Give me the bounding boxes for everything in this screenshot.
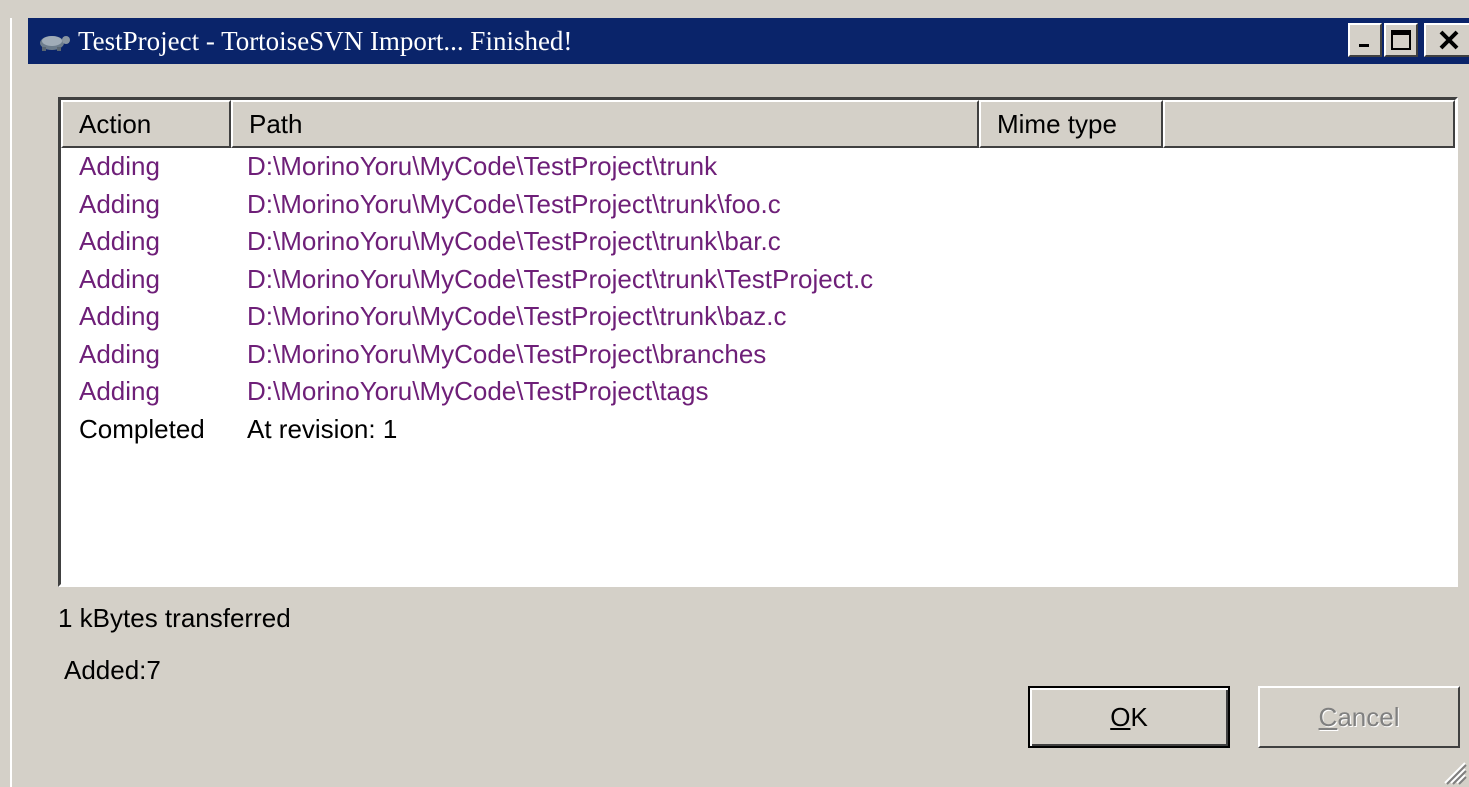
added-count-label: Added:7 <box>64 655 161 685</box>
row-path: D:\MorinoYoru\MyCode\TestProject\branche… <box>247 338 767 369</box>
ok-label-rest: K <box>1130 701 1148 732</box>
row-path: D:\MorinoYoru\MyCode\TestProject\tags <box>247 376 709 407</box>
title-bar[interactable]: TestProject - TortoiseSVN Import... Fini… <box>28 18 1469 64</box>
row-action: Adding <box>79 226 160 257</box>
row-action: Completed <box>79 413 205 444</box>
list-row[interactable]: Adding D:\MorinoYoru\MyCode\TestProject\… <box>61 261 1455 299</box>
row-path: D:\MorinoYoru\MyCode\TestProject\trunk\b… <box>247 301 787 332</box>
import-dialog: TestProject - TortoiseSVN Import... Fini… <box>0 0 1469 787</box>
window-title: TestProject - TortoiseSVN Import... Fini… <box>78 25 573 56</box>
row-path: D:\MorinoYoru\MyCode\TestProject\trunk <box>247 151 718 182</box>
list-row[interactable]: Adding D:\MorinoYoru\MyCode\TestProject\… <box>61 223 1455 261</box>
column-header-empty <box>1163 100 1455 148</box>
list-header: Action Path Mime type <box>61 100 1455 148</box>
close-icon <box>1439 30 1459 50</box>
cancel-label-rest: ancel <box>1337 701 1400 732</box>
column-header-mime-type[interactable]: Mime type <box>979 100 1163 148</box>
minimize-icon <box>1359 44 1369 47</box>
cancel-mnemonic: C <box>1318 701 1338 732</box>
row-action: Adding <box>79 151 160 182</box>
bytes-transferred-label: 1 kBytes transferred <box>58 603 291 633</box>
row-action: Adding <box>79 188 160 219</box>
row-path: At revision: 1 <box>247 413 398 444</box>
column-header-action[interactable]: Action <box>61 100 231 148</box>
list-row[interactable]: Completed At revision: 1 <box>61 411 1455 449</box>
tortoise-icon <box>32 18 78 64</box>
row-action: Adding <box>79 338 160 369</box>
list-row[interactable]: Adding D:\MorinoYoru\MyCode\TestProject\… <box>61 336 1455 374</box>
row-action: Adding <box>79 376 160 407</box>
ok-mnemonic: O <box>1110 701 1131 732</box>
list-row[interactable]: Adding D:\MorinoYoru\MyCode\TestProject\… <box>61 373 1455 411</box>
row-path: D:\MorinoYoru\MyCode\TestProject\trunk\T… <box>247 263 874 294</box>
list-rows: Adding D:\MorinoYoru\MyCode\TestProject\… <box>61 148 1455 448</box>
row-action: Adding <box>79 301 160 332</box>
row-path: D:\MorinoYoru\MyCode\TestProject\trunk\b… <box>247 226 781 257</box>
cancel-button[interactable]: Cancel <box>1258 686 1460 748</box>
column-header-path[interactable]: Path <box>231 100 979 148</box>
row-path: D:\MorinoYoru\MyCode\TestProject\trunk\f… <box>247 188 781 219</box>
results-list[interactable]: Action Path Mime type Adding D:\MorinoYo… <box>58 97 1458 587</box>
ok-button[interactable]: OK <box>1028 686 1230 748</box>
minimize-button[interactable] <box>1348 23 1382 57</box>
row-action: Adding <box>79 263 160 294</box>
list-row[interactable]: Adding D:\MorinoYoru\MyCode\TestProject\… <box>61 148 1455 186</box>
close-button[interactable] <box>1424 23 1469 57</box>
list-row[interactable]: Adding D:\MorinoYoru\MyCode\TestProject\… <box>61 298 1455 336</box>
maximize-button[interactable] <box>1384 23 1418 57</box>
window-frame <box>10 0 1469 18</box>
resize-grip-icon[interactable] <box>1439 757 1467 785</box>
list-row[interactable]: Adding D:\MorinoYoru\MyCode\TestProject\… <box>61 186 1455 224</box>
maximize-icon <box>1391 30 1411 50</box>
